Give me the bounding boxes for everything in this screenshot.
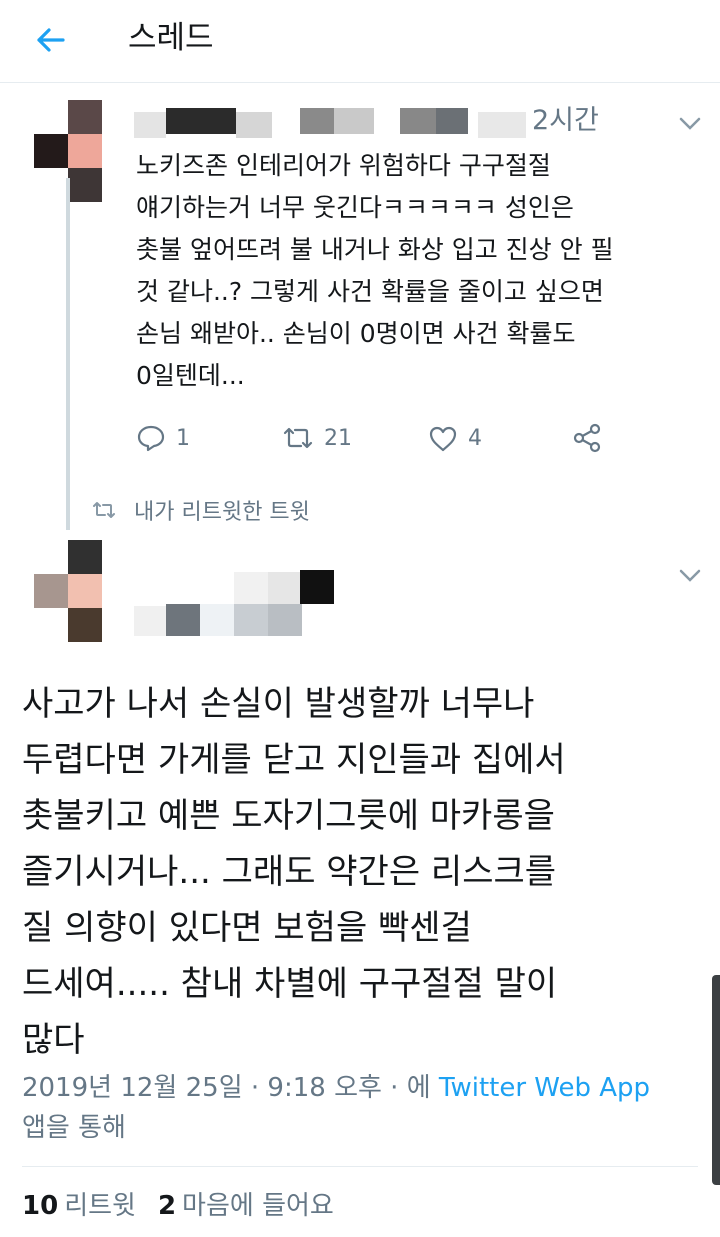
like-action[interactable]: 4 — [428, 418, 482, 458]
like-stat[interactable]: 2 마음에 들어요 — [158, 1186, 334, 1226]
retweet-stat[interactable]: 10 리트윗 — [22, 1186, 136, 1226]
reply-icon — [137, 425, 165, 452]
divider — [22, 1166, 698, 1167]
like-stat-label: 마음에 들어요 — [182, 1191, 334, 1221]
like-stat-count: 2 — [157, 1191, 177, 1221]
tweet-menu-button[interactable] — [674, 108, 706, 140]
tweet-stats: 10 리트윗 2 마음에 들어요 — [22, 1186, 334, 1226]
avatar[interactable] — [34, 540, 102, 642]
app-header: 스레드 — [0, 0, 720, 83]
chevron-down-icon — [679, 117, 701, 130]
share-icon — [573, 423, 601, 453]
reply-count: 1 — [176, 425, 190, 451]
reply-action[interactable]: 1 — [136, 418, 190, 458]
back-button[interactable] — [28, 18, 72, 62]
retweet-icon — [283, 427, 313, 449]
source-link[interactable]: Twitter Web App — [439, 1073, 650, 1103]
scrollbar[interactable] — [712, 975, 720, 1185]
retweet-small-icon — [93, 502, 115, 518]
retweet-stat-count: 10 — [22, 1191, 59, 1221]
retweet-context-label: 내가 리트윗한 트윗 — [134, 500, 310, 525]
back-arrow-icon — [37, 28, 65, 52]
tweet-text: 사고가 나서 손실이 발생할까 너무나 두렵다면 가게를 닫고 지인들과 집에서… — [22, 684, 566, 1060]
source-suffix: 앱을 통해 — [22, 1113, 126, 1143]
tweet-text: 노키즈존 인테리어가 위험하다 구구절절 얘기하는거 너무 웃긴다ㅋㅋㅋㅋㅋ 성… — [136, 151, 614, 390]
retweet-stat-label: 리트윗 — [64, 1191, 136, 1221]
thread-connector — [66, 178, 70, 530]
heart-icon — [429, 426, 457, 452]
tweet-time: 2시간 — [532, 105, 599, 136]
tweet-menu-button[interactable] — [674, 560, 706, 592]
page-title: 스레드 — [128, 20, 214, 56]
like-count: 4 — [468, 425, 482, 451]
tweet-timestamp: 2019년 12월 25일 · 9:18 오후 · 에 — [22, 1073, 439, 1103]
retweet-action[interactable]: 21 — [282, 418, 352, 458]
tweet-meta: 2019년 12월 25일 · 9:18 오후 · 에 Twitter Web … — [22, 1068, 702, 1148]
chevron-down-icon — [679, 569, 701, 582]
retweet-count: 21 — [324, 425, 352, 451]
share-action[interactable] — [572, 418, 602, 458]
retweet-context[interactable]: 내가 리트윗한 트윗 — [92, 494, 310, 526]
